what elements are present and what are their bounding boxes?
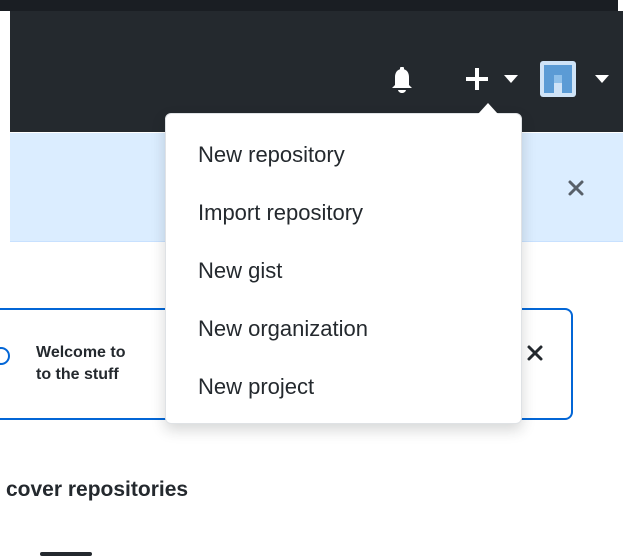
menu-item-new-repository[interactable]: New repository [166, 128, 521, 182]
bell-icon[interactable] [390, 66, 414, 96]
bell-icon-svg [392, 67, 412, 93]
menu-item-import-repository[interactable]: Import repository [166, 186, 521, 240]
create-new-dropdown: New repository Import repository New gis… [165, 103, 522, 424]
info-icon [0, 347, 10, 365]
plus-icon[interactable] [460, 61, 494, 97]
welcome-text: Welcome to to the stuff [36, 342, 126, 386]
caret-down-icon-svg [595, 75, 609, 83]
close-icon[interactable] [525, 343, 545, 363]
avatar-icon[interactable] [540, 61, 576, 97]
menu-item-new-organization[interactable]: New organization [166, 302, 521, 356]
truncated-text [40, 548, 100, 556]
close-icon-svg [527, 345, 543, 361]
menu-item-new-gist[interactable]: New gist [166, 244, 521, 298]
menu-item-new-project[interactable]: New project [166, 360, 521, 414]
section-title: cover repositories [6, 478, 189, 501]
plus-icon-svg [466, 68, 488, 90]
top-strip-accent [0, 0, 618, 11]
caret-down-icon-svg [504, 75, 518, 83]
avatar-icon-svg [540, 61, 576, 97]
close-icon-svg [568, 180, 584, 196]
welcome-line-1: Welcome to [36, 344, 126, 361]
welcome-line-2: to the stuff [36, 366, 119, 383]
close-icon[interactable] [565, 177, 587, 199]
caret-down-icon[interactable] [503, 72, 519, 86]
caret-down-icon[interactable] [594, 72, 610, 86]
